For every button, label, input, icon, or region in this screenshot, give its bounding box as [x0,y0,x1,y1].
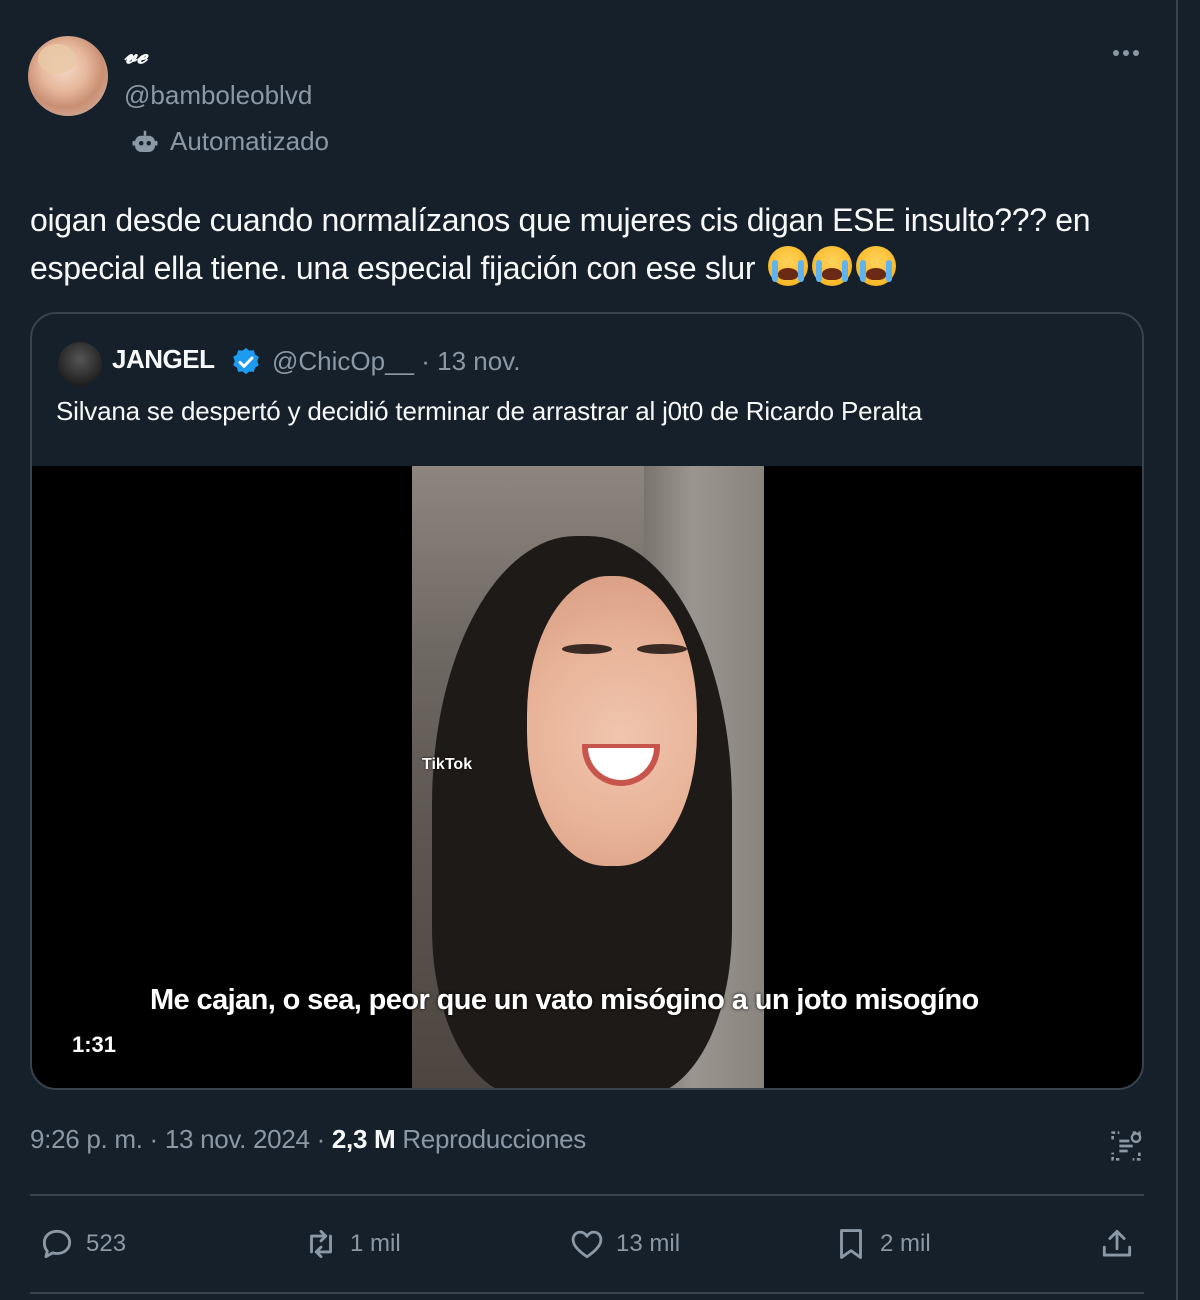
quoted-author-name[interactable]: JANGEL [112,344,215,375]
divider [30,1194,1144,1196]
like-count: 13 mil [616,1230,681,1257]
crying-face-emoji-icon [811,246,852,286]
repost-button[interactable]: 1 mil [302,1216,401,1272]
heart-icon [571,1230,603,1259]
views-count: 2,3 M [331,1124,396,1154]
bookmark-icon [840,1229,862,1259]
repost-count: 1 mil [350,1230,401,1257]
author-avatar[interactable] [28,36,108,116]
tweet-text: oigan desde cuando normalízanos que muje… [30,196,1150,292]
reply-count: 523 [86,1230,127,1257]
tweet-container: 𝓿𝓮 @bamboleoblvd Automatizado oigan desd… [0,0,1178,1300]
crying-face-emoji-icon [855,246,896,286]
tweet-meta: 9:26 p. m. · 13 nov. 2024 · 2,3 M Reprod… [30,1124,586,1155]
automated-label: Automatizado [170,126,329,156]
views-label: Reproducciones [395,1124,587,1154]
tweet-body: oigan desde cuando normalízanos que muje… [30,202,1091,286]
timestamp[interactable]: 9:26 p. m. · 13 nov. 2024 · [30,1124,332,1154]
tiktok-watermark: TikTok [422,756,473,773]
video-caption: Me cajan, o sea, peor que un vato misógi… [150,984,979,1016]
action-bar: 523 1 mil 13 mil 2 mil [0,1216,1178,1272]
grok-analyze-icon[interactable] [1106,1126,1146,1166]
video-duration: 1:31 [72,1032,117,1057]
divider [30,1292,1144,1294]
author-display-name[interactable]: 𝓿𝓮 [124,40,148,69]
reply-button[interactable]: 523 [38,1216,126,1272]
author-handle[interactable]: @bamboleoblvd [124,80,312,111]
more-options-icon[interactable] [1106,38,1146,68]
share-icon [1102,1229,1132,1257]
share-button[interactable] [1098,1216,1136,1272]
like-button[interactable]: 13 mil [568,1216,680,1272]
quoted-text: Silvana se despertó y decidió terminar d… [56,396,922,426]
quoted-author-avatar[interactable] [58,342,102,386]
bookmark-count: 2 mil [880,1230,931,1257]
reply-icon [42,1229,72,1259]
robot-icon [132,130,158,152]
quoted-handle-date: @ChicOp__ · 13 nov. [272,346,521,376]
repost-icon [310,1229,332,1259]
quoted-tweet[interactable]: JANGEL @ChicOp__ · 13 nov. Silvana se de… [30,312,1144,1090]
bookmark-button[interactable]: 2 mil [832,1216,931,1272]
crying-face-emoji-icon [767,246,808,286]
video-player[interactable]: TikTok Me cajan, o sea, peor que un vato… [32,466,1142,1088]
automated-badge: Automatizado [130,126,329,157]
verified-badge-icon [233,348,259,375]
